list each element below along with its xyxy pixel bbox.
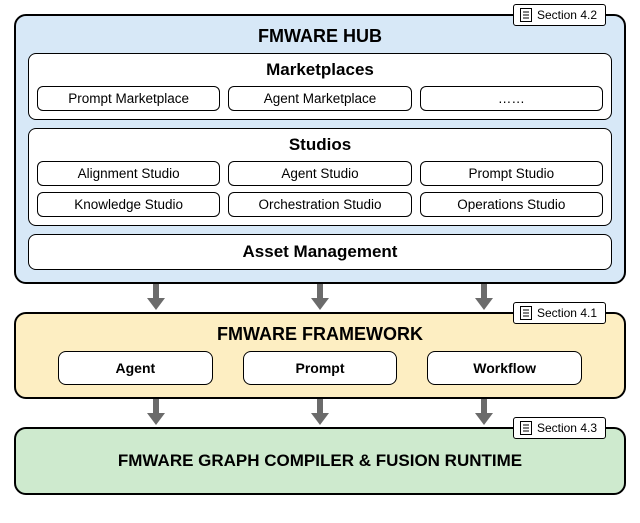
hub-title: FMWARE HUB	[28, 26, 612, 47]
doc-icon	[520, 306, 532, 320]
hub-layer: Section 4.2 FMWARE HUB Marketplaces Prom…	[14, 14, 626, 284]
chip-knowledge-studio: Knowledge Studio	[37, 192, 220, 217]
chip-prompt-studio: Prompt Studio	[420, 161, 603, 186]
framework-row: Agent Prompt Workflow	[28, 351, 612, 385]
studios-block: Studios Alignment Studio Agent Studio Pr…	[28, 128, 612, 226]
hub-section-label: Section 4.2	[537, 8, 597, 22]
chip-agent-marketplace: Agent Marketplace	[228, 86, 411, 111]
studios-row-2: Knowledge Studio Orchestration Studio Op…	[37, 192, 603, 217]
runtime-layer: Section 4.3 FMWARE GRAPH COMPILER & FUSI…	[14, 427, 626, 495]
framework-section-label: Section 4.1	[537, 306, 597, 320]
runtime-section-label: Section 4.3	[537, 421, 597, 435]
chip-prompt-marketplace: Prompt Marketplace	[37, 86, 220, 111]
chip-prompt: Prompt	[243, 351, 398, 385]
studios-title: Studios	[37, 135, 603, 155]
chip-more-marketplace: ……	[420, 86, 603, 111]
chip-workflow: Workflow	[427, 351, 582, 385]
marketplaces-title: Marketplaces	[37, 60, 603, 80]
chip-orchestration-studio: Orchestration Studio	[228, 192, 411, 217]
runtime-section-tag: Section 4.3	[513, 417, 606, 439]
chip-agent: Agent	[58, 351, 213, 385]
asset-management-block: Asset Management	[28, 234, 612, 270]
marketplaces-block: Marketplaces Prompt Marketplace Agent Ma…	[28, 53, 612, 120]
marketplaces-row: Prompt Marketplace Agent Marketplace ……	[37, 86, 603, 111]
hub-section-tag: Section 4.2	[513, 4, 606, 26]
chip-alignment-studio: Alignment Studio	[37, 161, 220, 186]
framework-section-tag: Section 4.1	[513, 302, 606, 324]
studios-row-1: Alignment Studio Agent Studio Prompt Stu…	[37, 161, 603, 186]
framework-title: FMWARE FRAMEWORK	[28, 324, 612, 345]
runtime-title: FMWARE GRAPH COMPILER & FUSION RUNTIME	[28, 451, 612, 471]
doc-icon	[520, 8, 532, 22]
framework-layer: Section 4.1 FMWARE FRAMEWORK Agent Promp…	[14, 312, 626, 399]
doc-icon	[520, 421, 532, 435]
chip-operations-studio: Operations Studio	[420, 192, 603, 217]
chip-agent-studio: Agent Studio	[228, 161, 411, 186]
